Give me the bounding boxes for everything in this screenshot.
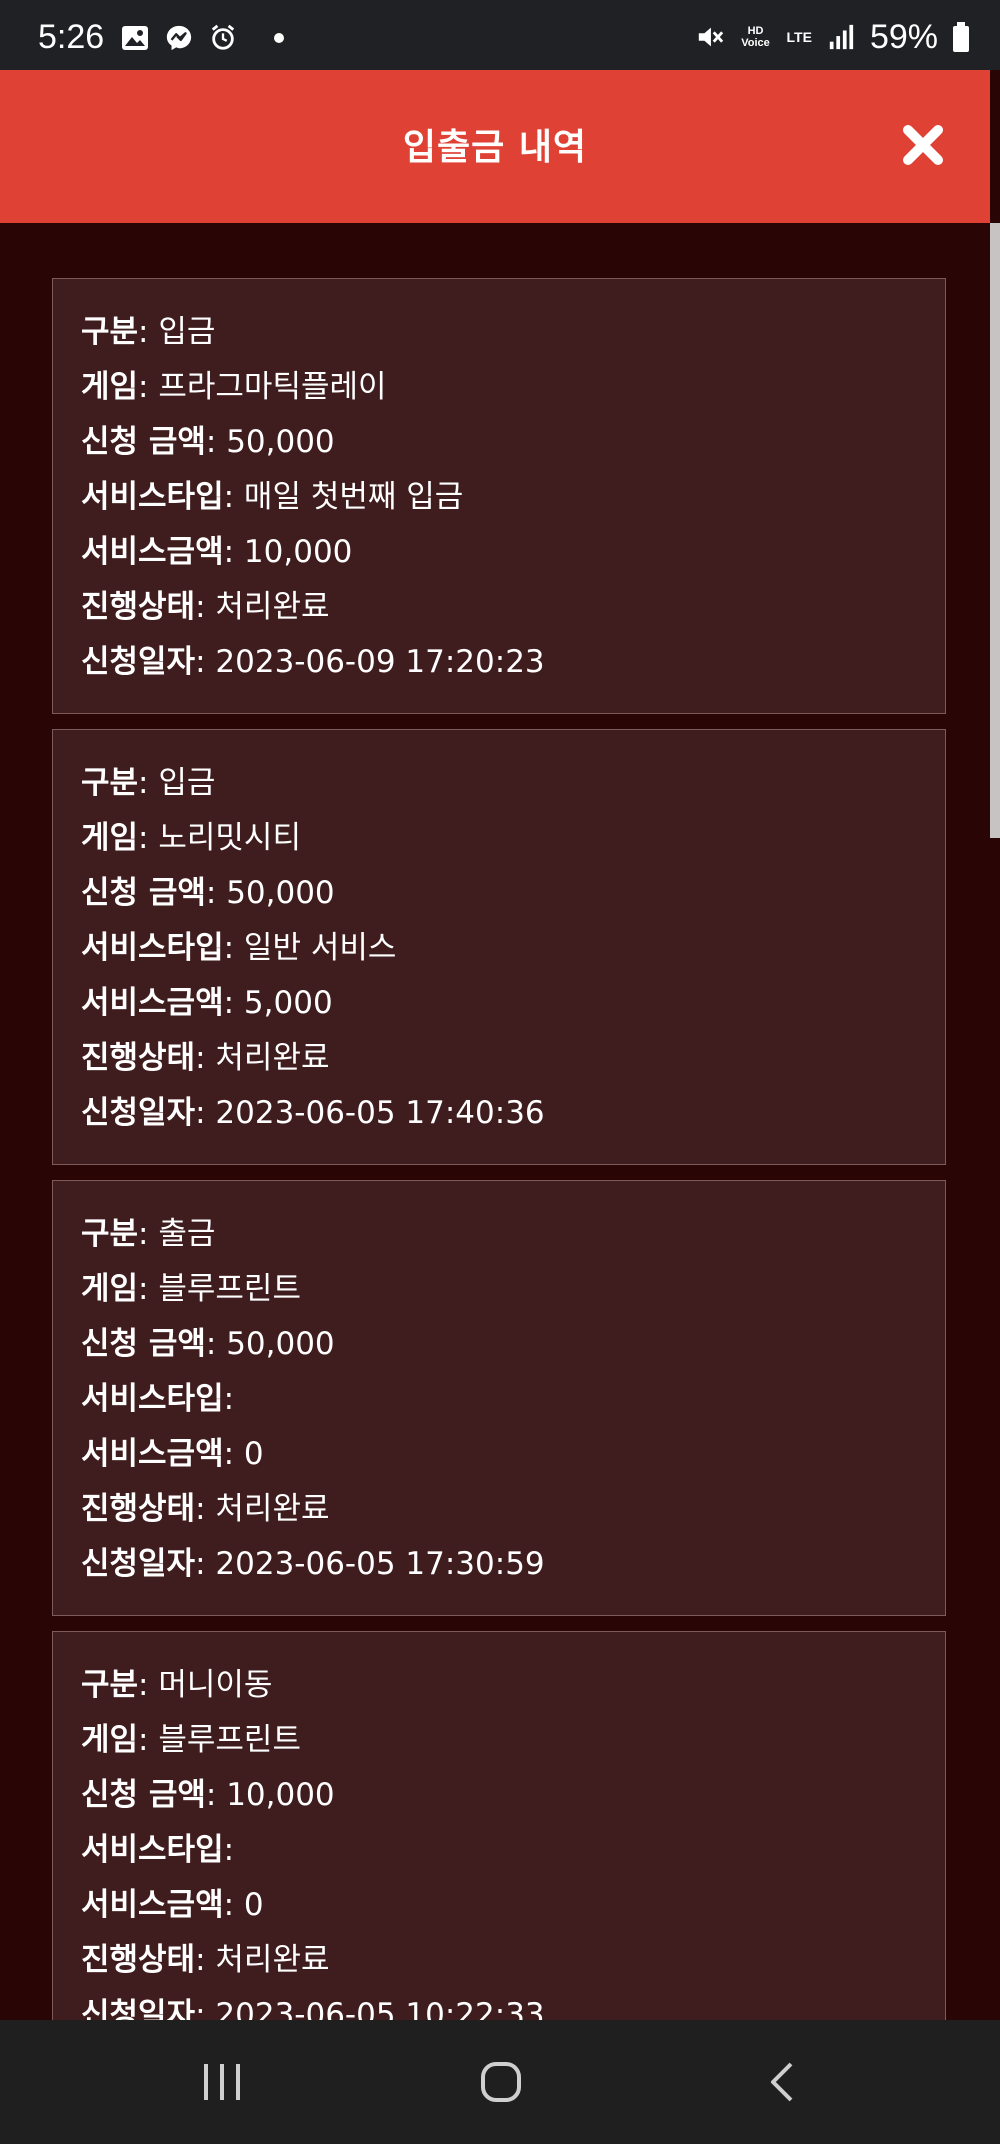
more-notifications-dot xyxy=(274,33,284,43)
system-nav-bar xyxy=(0,2020,1000,2144)
mute-icon xyxy=(698,27,723,47)
home-icon xyxy=(481,2062,521,2102)
date-value: 2023-06-09 17:20:23 xyxy=(215,644,545,680)
amount-row: 신청 금액: 50,000 xyxy=(81,424,335,460)
amount-value: 50,000 xyxy=(226,875,335,911)
service-amount-value: 5,000 xyxy=(243,985,333,1021)
amount-row: 신청 금액: 10,000 xyxy=(81,1777,335,1813)
scrollbar-thumb[interactable] xyxy=(990,223,1000,838)
recent-apps-icon xyxy=(204,2064,240,2100)
status-time: 5:26 xyxy=(38,18,105,56)
game-row: 게임: 노리밋시티 xyxy=(81,820,301,856)
page-title: 입출금 내역 xyxy=(402,127,588,168)
recent-apps-button[interactable] xyxy=(192,2056,252,2108)
lte-badge: LTE xyxy=(786,29,812,45)
service-amount-row: 서비스금액: 5,000 xyxy=(81,985,333,1021)
date-row: 신청일자: 2023-06-05 17:30:59 xyxy=(81,1546,545,1582)
type-value: 입금 xyxy=(158,314,216,350)
service-amount-value: 0 xyxy=(243,1887,264,1923)
service-type-row: 서비스타입: 매일 첫번째 입금 xyxy=(81,479,464,515)
type-value: 출금 xyxy=(158,1216,216,1252)
game-row: 게임: 블루프린트 xyxy=(81,1271,301,1307)
close-icon[interactable] xyxy=(900,122,946,168)
status-row: 진행상태: 처리완료 xyxy=(81,589,330,625)
battery-icon xyxy=(953,22,969,52)
type-row: 구분: 입금 xyxy=(81,765,216,801)
back-button[interactable] xyxy=(752,2056,812,2108)
messenger-icon xyxy=(166,25,192,51)
type-row: 구분: 머니이동 xyxy=(81,1667,273,1703)
service-type-row: 서비스타입: xyxy=(81,1832,235,1868)
amount-value: 50,000 xyxy=(226,1326,335,1362)
gallery-icon xyxy=(122,26,148,50)
date-row: 신청일자: 2023-06-05 10:22:33 xyxy=(81,1988,917,2020)
type-row: 구분: 입금 xyxy=(81,314,216,350)
service-type-row: 서비스타입: 일반 서비스 xyxy=(81,930,397,966)
service-type-value: 일반 서비스 xyxy=(243,930,397,966)
service-type-value: 매일 첫번째 입금 xyxy=(243,479,464,515)
amount-row: 신청 금액: 50,000 xyxy=(81,875,335,911)
type-value: 머니이동 xyxy=(158,1667,273,1703)
app-header: 입출금 내역 xyxy=(0,70,990,223)
date-value: 2023-06-05 17:30:59 xyxy=(215,1546,545,1582)
notification-icons xyxy=(120,24,284,52)
transaction-card: 구분: 입금 게임: 노리밋시티 신청 금액: 50,000 서비스타입: 일반… xyxy=(52,729,946,1165)
amount-value: 10,000 xyxy=(226,1777,335,1813)
system-icons: HD Voice LTE 59% xyxy=(695,20,970,54)
status-row: 진행상태: 처리완료 xyxy=(81,1491,330,1527)
status-value: 처리완료 xyxy=(215,1942,330,1978)
back-icon xyxy=(771,2062,793,2102)
transaction-card: 구분: 입금 게임: 프라그마틱플레이 신청 금액: 50,000 서비스타입:… xyxy=(52,278,946,714)
status-value: 처리완료 xyxy=(215,1491,330,1527)
game-value: 프라그마틱플레이 xyxy=(158,369,387,405)
status-row: 진행상태: 처리완료 xyxy=(81,1040,330,1076)
status-bar: 5:26 HD Voice LTE 59% xyxy=(0,0,1000,70)
status-value: 처리완료 xyxy=(215,589,330,625)
battery-percent: 59% xyxy=(869,18,938,56)
service-amount-row: 서비스금액: 0 xyxy=(81,1436,264,1472)
game-row: 게임: 블루프린트 xyxy=(81,1722,301,1758)
type-value: 입금 xyxy=(158,765,216,801)
amount-value: 50,000 xyxy=(226,424,335,460)
transaction-list[interactable]: 구분: 입금 게임: 프라그마틱플레이 신청 금액: 50,000 서비스타입:… xyxy=(0,223,990,2020)
game-value: 노리밋시티 xyxy=(158,820,301,856)
date-row: 신청일자: 2023-06-05 17:40:36 xyxy=(81,1095,545,1131)
service-amount-row: 서비스금액: 0 xyxy=(81,1887,264,1923)
hd-voice-badge: HD Voice xyxy=(741,25,770,49)
service-amount-value: 10,000 xyxy=(243,534,353,570)
date-value: 2023-06-05 10:22:33 xyxy=(215,1997,545,2020)
type-row: 구분: 출금 xyxy=(81,1216,216,1252)
game-value: 블루프린트 xyxy=(158,1271,301,1307)
amount-row: 신청 금액: 50,000 xyxy=(81,1326,335,1362)
status-value: 처리완료 xyxy=(215,1040,330,1076)
service-amount-row: 서비스금액: 10,000 xyxy=(81,534,353,570)
date-row: 신청일자: 2023-06-09 17:20:23 xyxy=(81,644,545,680)
date-value: 2023-06-05 17:40:36 xyxy=(215,1095,545,1131)
game-row: 게임: 프라그마틱플레이 xyxy=(81,369,387,405)
home-button[interactable] xyxy=(471,2056,531,2108)
transaction-card: 구분: 출금 게임: 블루프린트 신청 금액: 50,000 서비스타입: 서비… xyxy=(52,1180,946,1616)
transaction-card: 구분: 머니이동 게임: 블루프린트 신청 금액: 10,000 서비스타입: … xyxy=(52,1631,946,2020)
game-value: 블루프린트 xyxy=(158,1722,301,1758)
status-row: 진행상태: 처리완료 xyxy=(81,1942,330,1978)
service-amount-value: 0 xyxy=(243,1436,264,1472)
alarm-icon xyxy=(211,24,235,50)
service-type-row: 서비스타입: xyxy=(81,1381,235,1417)
signal-icon xyxy=(829,24,854,50)
